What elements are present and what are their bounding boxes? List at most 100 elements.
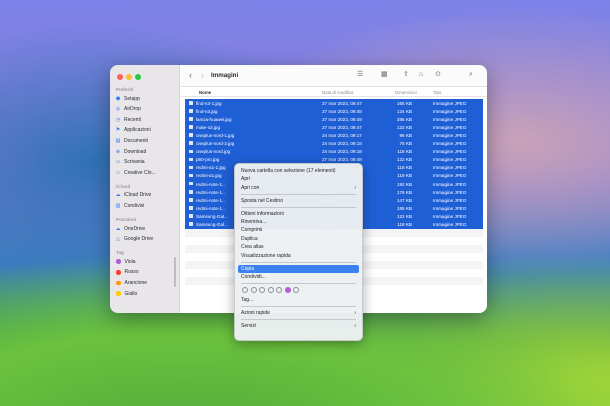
table-row[interactable]: oneplus-nord.jpg 24 mar 2023, 09:18 118 KB… [185, 147, 483, 156]
image-file-icon [189, 125, 193, 129]
sidebar-item-label: Scrivania [124, 159, 145, 166]
menu-item[interactable]: Duplica [238, 235, 359, 243]
minimize-button[interactable] [126, 74, 132, 80]
table-row[interactable]: find-n3-1.jpg 27 mar 2023, 09:47 165 KB Imm… [185, 99, 483, 108]
sidebar-item[interactable]: Viola [115, 257, 177, 266]
menu-item[interactable]: Crea alias [238, 243, 359, 251]
zoom-button[interactable] [135, 74, 141, 80]
sidebar-item[interactable]: ☁ OneDrive [115, 224, 177, 233]
tag-color-circle[interactable] [259, 287, 265, 294]
column-name[interactable]: Nome [199, 90, 211, 95]
sidebar-item[interactable]: ⚑ Applicazioni [115, 126, 177, 135]
cell-name: p60-pro.jpg [196, 157, 220, 163]
tag-color-circle[interactable] [250, 287, 257, 294]
menu-item[interactable]: Condividi... [238, 273, 359, 281]
image-file-icon [189, 190, 193, 194]
cell-date: 27 mar 2023, 09:47 [322, 124, 362, 130]
table-row[interactable]: find-n3.jpg 27 mar 2023, 09:48 124 KB Immag… [185, 107, 483, 116]
cell-size: 386 KB [396, 116, 412, 122]
image-file-icon [189, 198, 193, 202]
menu-item[interactable]: Visualizzazione rapida [238, 252, 359, 260]
cell-kind: Immagine JPEG [433, 189, 467, 195]
sidebar-item[interactable]: ☁ iCloud Drive [115, 191, 177, 200]
column-date[interactable]: Data di modifica [322, 90, 353, 95]
more-icon[interactable]: ⊙ [435, 71, 441, 79]
menu-item[interactable]: Rinomina... [238, 218, 359, 226]
menu-item-label: Copia [241, 265, 255, 272]
menu-item[interactable]: Apri [238, 175, 359, 183]
cell-size: 192 KB [396, 181, 412, 187]
menu-item[interactable]: Sposta nel Cestino [238, 197, 359, 205]
list-view-icon[interactable]: ☰ [357, 71, 363, 79]
toolbar: ‹ › Immagini ☰ ▦ ⇪ ⌂ ⊙ ⌕ [181, 65, 487, 87]
sidebar-item[interactable]: ◎ AirDrop [115, 105, 177, 114]
cell-kind: Immagine JPEG [433, 222, 467, 227]
column-size[interactable]: Dimensioni [395, 90, 417, 95]
cell-name: oneplus-nord-1.jpg [196, 132, 235, 138]
back-button[interactable]: ‹ [189, 71, 192, 80]
sidebar-item-label: Rosso [124, 269, 139, 276]
menu-item[interactable]: Comprimi [238, 226, 359, 234]
clock-icon: ◷ [115, 116, 121, 123]
tag-color-circle[interactable] [267, 287, 274, 294]
apps-icon: ⚑ [115, 127, 121, 134]
cell-date: 27 mar 2023, 09:49 [322, 116, 362, 122]
sidebar-item[interactable]: ◷ Recenti [115, 115, 177, 124]
sidebar-section-3: Tag [116, 250, 124, 256]
search-icon[interactable]: ⌕ [469, 71, 473, 79]
table-row[interactable]: oneplus-nord-2.jpg 24 mar 2023, 09:18 76 K… [185, 139, 483, 148]
tag-color-circle[interactable] [293, 287, 299, 294]
sidebar-item[interactable]: ▥ Condivisi [115, 201, 177, 210]
sidebar-item[interactable]: Rosso [115, 268, 177, 277]
chevron-right-icon: › [354, 184, 356, 191]
sidebar-item[interactable]: ⬢ Setapp [115, 94, 177, 103]
sidebar-item[interactable]: Giallo [115, 289, 177, 298]
column-kind[interactable]: Tipo [433, 90, 441, 95]
chevron-right-icon: › [354, 322, 356, 329]
menu-item-label: Sposta nel Cestino [241, 197, 283, 204]
menu-item[interactable]: Servizi › [238, 322, 359, 330]
cell-size: 118 KB [397, 165, 412, 171]
menu-item-label: Crea alias [241, 244, 264, 251]
forward-button[interactable]: › [201, 71, 204, 80]
sidebar-item[interactable]: ▱ Creative Clo... [115, 168, 177, 177]
cell-name: redmi-note-1... [196, 205, 226, 211]
menu-item[interactable]: Tag... [238, 296, 359, 304]
sidebar-item[interactable]: ▤ Documenti [115, 136, 177, 145]
tag-color-circle[interactable] [276, 287, 282, 294]
sidebar-item[interactable]: ⊕ Download [115, 147, 177, 156]
menu-item[interactable]: Copia [238, 264, 359, 273]
share-icon[interactable]: ⇪ [403, 71, 409, 79]
image-file-icon [189, 101, 193, 105]
sidebar-scrollbar[interactable] [174, 257, 176, 287]
sidebar-item-label: Recenti [124, 116, 141, 123]
tag-icon[interactable]: ⌂ [419, 71, 423, 79]
menu-item-label: Visualizzazione rapida [241, 252, 291, 259]
document-icon: ▤ [115, 137, 121, 144]
table-row[interactable]: mate-x3.jpg 27 mar 2023, 09:47 122 KB Immag… [185, 123, 483, 132]
window-controls [117, 74, 141, 80]
image-file-icon [189, 181, 193, 186]
close-button[interactable] [117, 74, 123, 80]
menu-item[interactable]: Ottieni informazioni [238, 210, 359, 218]
menu-item[interactable]: Azioni rapide › [238, 309, 359, 317]
download-icon: ⊕ [115, 148, 121, 155]
tag-color-circle[interactable] [284, 287, 291, 294]
cell-date: 24 mar 2023, 09:18 [322, 141, 362, 147]
sidebar-section-0: Preferiti [116, 87, 134, 92]
sidebar-item-label: Arancione [124, 279, 148, 286]
sidebar-item-label: Setapp [124, 95, 140, 102]
sidebar-item[interactable]: △ Google Drive [115, 235, 177, 244]
tag-color-circle[interactable] [242, 287, 248, 294]
table-row[interactable]: oneplus-nord-1.jpg 24 mar 2023, 09:17 96 K… [185, 131, 483, 140]
grid-view-icon[interactable]: ▦ [381, 71, 388, 79]
cell-kind: Immagine JPEG [433, 116, 467, 122]
table-row[interactable]: lancia-huawei.jpg 27 mar 2023, 09:49 386 K… [185, 115, 483, 124]
tag-dot-icon [116, 270, 121, 275]
cell-date: 27 mar 2023, 09:48 [322, 108, 362, 114]
menu-item[interactable]: Apri con › [238, 184, 359, 192]
menu-item[interactable]: Nuova cartella con selezione (17 element… [238, 167, 359, 175]
cloud-icon: ☁ [115, 225, 121, 232]
sidebar-item[interactable]: ▭ Scrivania [115, 158, 177, 167]
sidebar-item[interactable]: Arancione [115, 278, 177, 287]
